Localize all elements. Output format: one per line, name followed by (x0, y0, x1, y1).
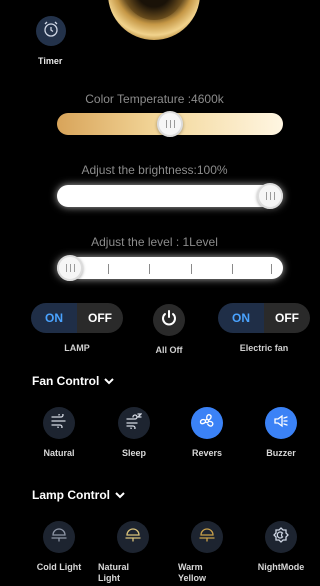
buzzer-button[interactable] (265, 407, 297, 439)
fan-natural-button[interactable] (43, 407, 75, 439)
warm-yellow-label: Warm Yellow (178, 562, 207, 583)
lamp-label: LAMP (64, 343, 90, 353)
lamp-control-header[interactable]: Lamp Control (32, 488, 125, 502)
alarm-clock-icon (42, 20, 60, 43)
level-tick (108, 264, 109, 274)
level-slider[interactable] (57, 257, 283, 279)
night-mode-icon (273, 526, 289, 548)
color-temperature-title: Color Temperature :4600k (85, 92, 224, 106)
brightness-slider[interactable] (57, 185, 283, 207)
fan-off-button[interactable]: OFF (264, 303, 310, 333)
wind-icon (51, 411, 67, 433)
night-mode-button[interactable] (265, 521, 297, 553)
night-mode-label: NightMode (257, 562, 305, 572)
level-thumb[interactable] (57, 255, 83, 281)
buzzer-label: Buzzer (266, 448, 296, 458)
lamp-control-title: Lamp Control (32, 488, 110, 502)
fan-revers-label: Revers (191, 448, 223, 458)
chevron-down-icon (104, 374, 115, 388)
color-temperature-thumb[interactable] (157, 111, 183, 137)
cold-light-button[interactable] (43, 521, 75, 553)
natural-light-label: Natural Light (98, 562, 130, 583)
level-tick (271, 264, 272, 274)
fan-control-title: Fan Control (32, 374, 100, 388)
fan-on-button[interactable]: ON (218, 303, 264, 333)
lamp-icon (51, 527, 67, 547)
lamp-on-button[interactable]: ON (31, 303, 77, 333)
fan-control-header[interactable]: Fan Control (32, 374, 115, 388)
electric-fan-toggle[interactable]: ON OFF (218, 303, 310, 333)
lamp-icon (199, 527, 215, 547)
fan-natural-label: Natural (43, 448, 75, 458)
lamp-toggle[interactable]: ON OFF (31, 303, 123, 333)
fan-icon (198, 412, 216, 435)
lamp-icon (125, 527, 141, 547)
level-tick (232, 264, 233, 274)
timer-button[interactable] (36, 16, 66, 46)
cold-light-label: Cold Light (36, 562, 82, 572)
level-title: Adjust the level : 1Level (91, 235, 218, 249)
speaker-icon (273, 414, 289, 433)
natural-light-button[interactable] (117, 521, 149, 553)
lamp-off-button[interactable]: OFF (77, 303, 123, 333)
timer-label: Timer (38, 56, 63, 66)
sleep-wind-icon (126, 412, 143, 434)
fan-sleep-label: Sleep (121, 448, 146, 458)
level-tick (191, 264, 192, 274)
all-off-button[interactable] (153, 304, 185, 336)
electric-fan-label: Electric fan (239, 343, 289, 353)
level-tick (149, 264, 150, 274)
fan-sleep-button[interactable] (118, 407, 150, 439)
brightness-title: Adjust the brightness:100% (81, 163, 228, 177)
brightness-thumb[interactable] (257, 183, 283, 209)
power-icon (160, 309, 178, 332)
chevron-down-icon (115, 488, 125, 502)
warm-yellow-button[interactable] (191, 521, 223, 553)
all-off-label: All Off (155, 345, 183, 355)
fan-revers-button[interactable] (191, 407, 223, 439)
